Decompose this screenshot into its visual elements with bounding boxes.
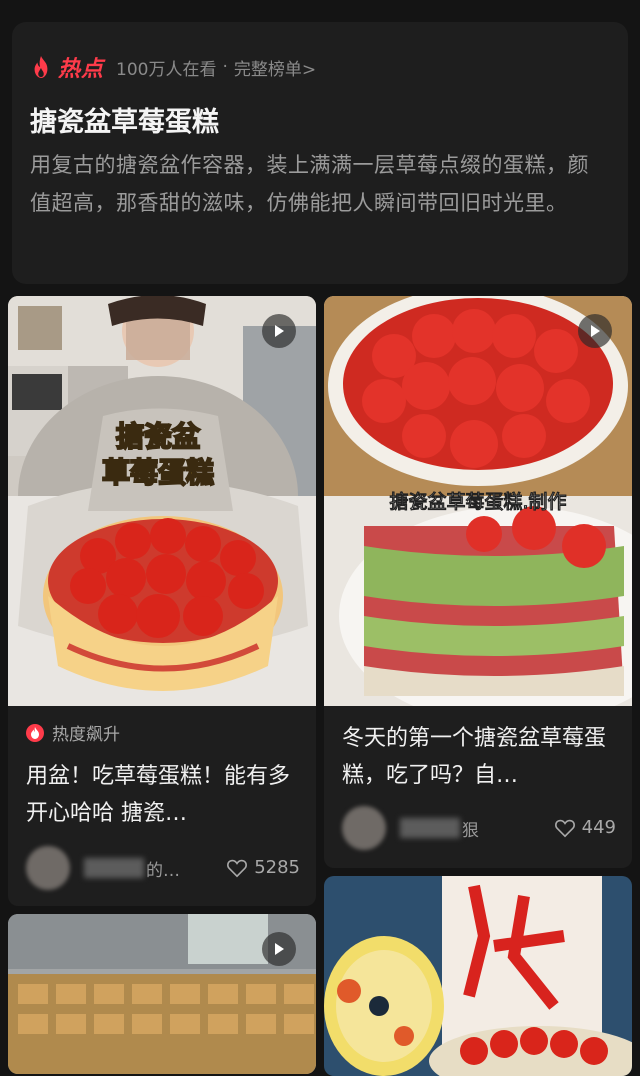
like-count: 449 <box>581 817 616 838</box>
feed-card[interactable]: 搪瓷盆草莓蛋糕.制作 冬天的第一个搪瓷盆草莓蛋糕，吃了吗？自… 狠 449 <box>324 296 632 868</box>
play-icon <box>275 325 284 337</box>
hot-topic-card[interactable]: 热点 100万人在看 · 完整榜单> 搪瓷盆草莓蛋糕 用复古的搪瓷盆作容器，装上… <box>12 22 628 284</box>
like-button[interactable]: 449 <box>554 817 616 838</box>
feed-card[interactable] <box>324 876 632 1076</box>
heart-outline-icon <box>227 859 248 877</box>
card-title[interactable]: 用盆！吃草莓蛋糕！能有多开心哈哈 搪瓷… <box>26 758 306 832</box>
topic-description: 用复古的搪瓷盆作容器，装上满满一层草莓点缀的蛋糕，颜值超高，那香甜的滋味，仿佛能… <box>30 153 589 215</box>
play-button[interactable] <box>262 314 296 348</box>
viewer-count: 100万人在看 <box>116 59 217 80</box>
play-icon <box>591 325 600 337</box>
play-button[interactable] <box>262 932 296 966</box>
blurred-name <box>400 818 460 838</box>
svg-text:草莓蛋糕: 草莓蛋糕 <box>102 456 214 489</box>
svg-text:搪瓷盆草莓蛋糕.制作: 搪瓷盆草莓蛋糕.制作 <box>389 491 566 513</box>
like-button[interactable]: 5285 <box>226 857 300 878</box>
enamel-bowl-thumbnail <box>324 876 632 1076</box>
trend-flame-icon <box>26 723 44 742</box>
author-name[interactable]: 狠 <box>400 814 479 842</box>
topic-title: 搪瓷盆草莓蛋糕 <box>30 107 219 138</box>
play-icon <box>275 943 284 955</box>
feed-card[interactable] <box>8 914 316 1074</box>
play-button[interactable] <box>578 314 612 348</box>
trending-label: 热度飙升 <box>52 725 120 745</box>
full-list-link[interactable]: 完整榜单> <box>234 55 316 80</box>
hot-row: 热点 100万人在看 · 完整榜单> <box>30 52 316 82</box>
meta-separator: · <box>222 57 228 77</box>
hot-label: 热点 <box>58 57 105 82</box>
avatar[interactable] <box>342 806 386 850</box>
card-title[interactable]: 冬天的第一个搪瓷盆草莓蛋糕，吃了吗？自… <box>342 720 622 794</box>
cake-video-thumbnail: 搪瓷盆草莓蛋糕.制作 <box>324 296 632 706</box>
flame-icon <box>34 56 48 78</box>
avatar[interactable] <box>26 846 70 890</box>
cake-video-thumbnail: 搪瓷盆 草莓蛋糕 <box>8 296 316 706</box>
svg-text:搪瓷盆: 搪瓷盆 <box>116 420 201 453</box>
feed-card[interactable]: 搪瓷盆 草莓蛋糕 热度飙升 用盆！吃草莓蛋糕！能有多开心哈哈 搪瓷… 的… 52… <box>8 296 316 906</box>
author-name[interactable]: 的… <box>84 854 180 882</box>
like-count: 5285 <box>254 857 300 878</box>
trending-badge: 热度飙升 <box>26 720 120 745</box>
blurred-name <box>84 858 144 878</box>
heart-outline-icon <box>554 819 575 837</box>
